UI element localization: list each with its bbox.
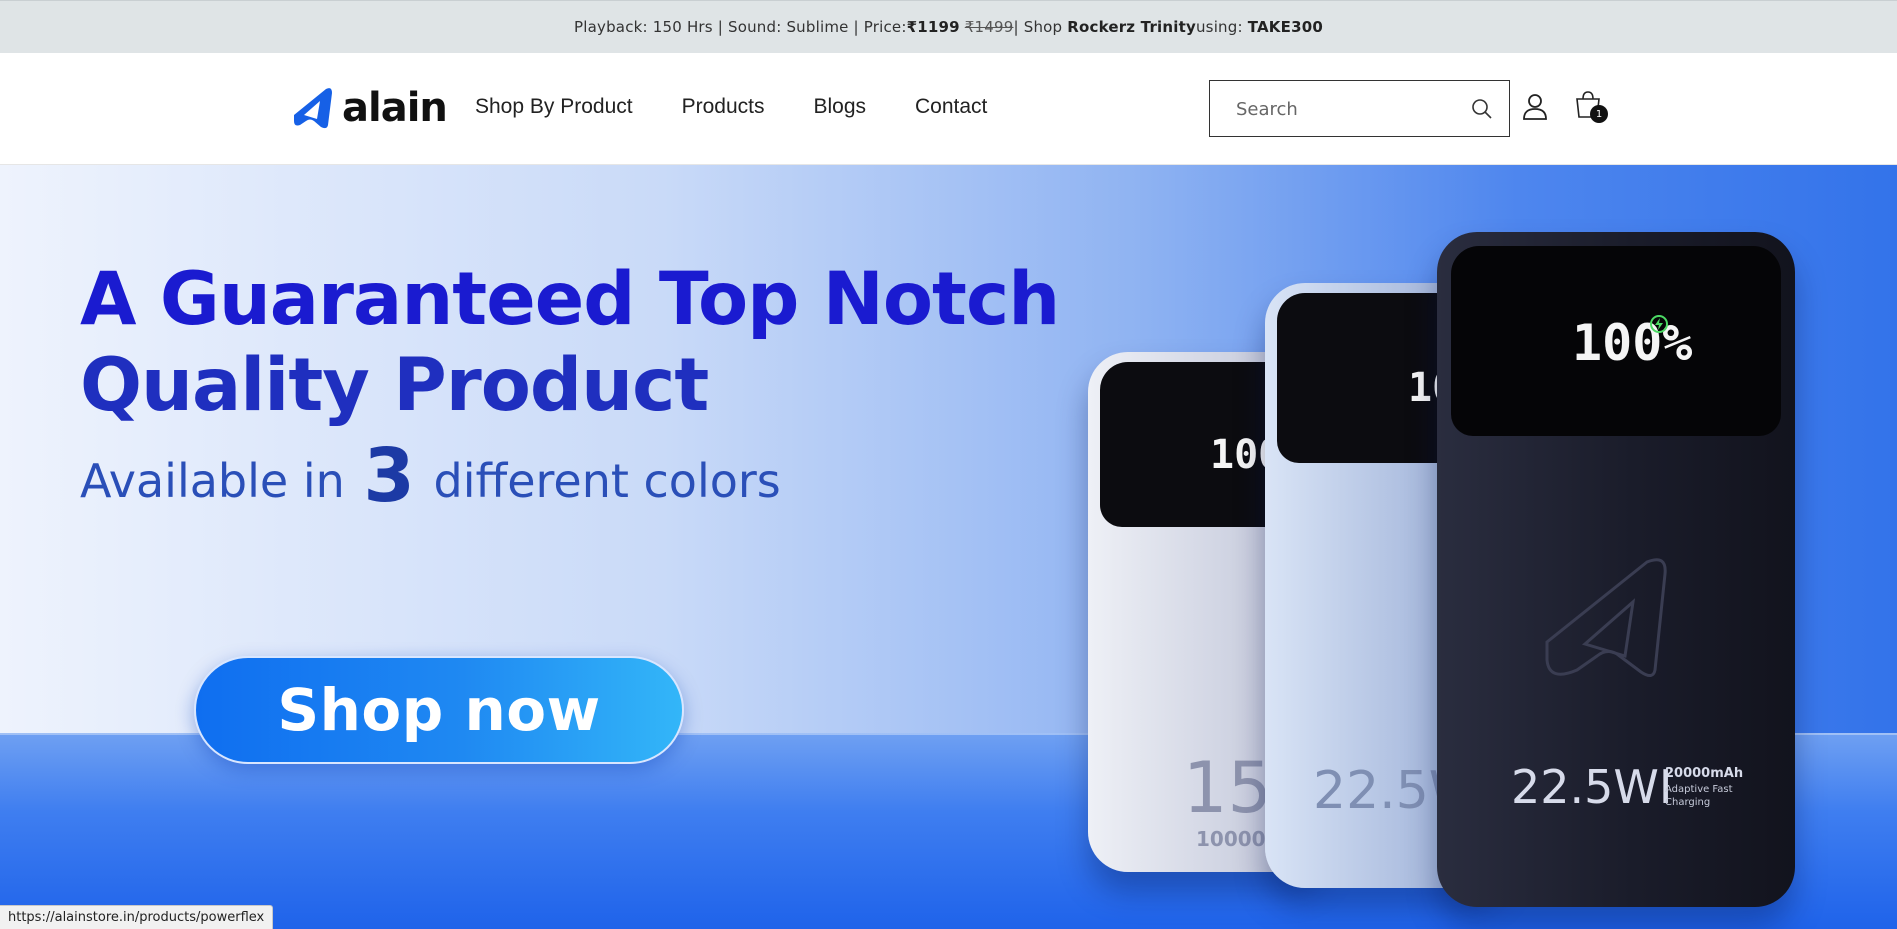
shop-now-button[interactable]: Shop now	[194, 656, 684, 764]
hero-sub-after: different colors	[433, 454, 781, 508]
black-tag-line1: Adaptive Fast	[1665, 784, 1733, 795]
announcement-bar: Playback: 150 Hrs | Sound: Sublime | Pri…	[0, 0, 1897, 53]
site-header: alain Shop By Product Products Blogs Con…	[0, 53, 1897, 165]
announcement-old-price: ₹1499	[964, 18, 1014, 36]
charging-bolt-icon	[1650, 315, 1668, 333]
nav-contact[interactable]: Contact	[915, 95, 987, 119]
hero-headline-line2: Quality Product	[80, 343, 709, 428]
hero-headline-line1: A Guaranteed Top Notch	[80, 257, 1060, 342]
cart-button[interactable]: 1	[1574, 89, 1608, 124]
black-tag-line2: Charging	[1665, 797, 1711, 808]
announcement-middle: | Shop	[1013, 18, 1063, 36]
cart-count-badge: 1	[1590, 105, 1608, 123]
hero-banner[interactable]: A Guaranteed Top Notch Quality Product A…	[0, 165, 1897, 929]
nav-products[interactable]: Products	[682, 95, 765, 119]
black-screen-value: 100%	[1572, 314, 1693, 372]
hero-sub-before: Available in	[80, 454, 345, 508]
announcement-product: Rockerz Trinity	[1067, 18, 1196, 36]
hero-headline: A Guaranteed Top Notch Quality Product	[80, 257, 1060, 429]
announcement-using: using:	[1195, 18, 1243, 36]
hero-subline: Available in 3 different colors	[80, 433, 781, 519]
power-bank-black: 100% 22.5WI 20000mAh Adaptive Fast Charg…	[1437, 232, 1795, 907]
main-nav: Shop By Product Products Blogs Contact	[475, 95, 1036, 119]
brand-emboss-icon	[1545, 558, 1667, 677]
search-input[interactable]	[1234, 95, 1458, 123]
status-url-tooltip: https://alainstore.in/products/powerflex	[0, 905, 274, 929]
black-watt-label: 22.5WI	[1511, 760, 1673, 814]
search-box	[1209, 80, 1510, 137]
logo-text: alain	[342, 85, 448, 131]
nav-shop-by-product[interactable]: Shop By Product	[475, 95, 633, 119]
announcement-price: ₹1199	[906, 18, 960, 36]
account-icon[interactable]	[1522, 93, 1548, 126]
search-icon[interactable]	[1471, 98, 1493, 125]
site-logo[interactable]: alain	[290, 85, 448, 131]
black-capacity-label: 20000mAh	[1665, 766, 1744, 781]
announcement-code: TAKE300	[1247, 18, 1323, 36]
logo-mark-icon	[294, 88, 332, 129]
announcement-prefix: Playback: 150 Hrs | Sound: Sublime | Pri…	[574, 18, 907, 36]
white-watt-label: 15	[1183, 747, 1273, 829]
nav-blogs[interactable]: Blogs	[813, 95, 866, 119]
hero-sub-number: 3	[363, 433, 415, 519]
